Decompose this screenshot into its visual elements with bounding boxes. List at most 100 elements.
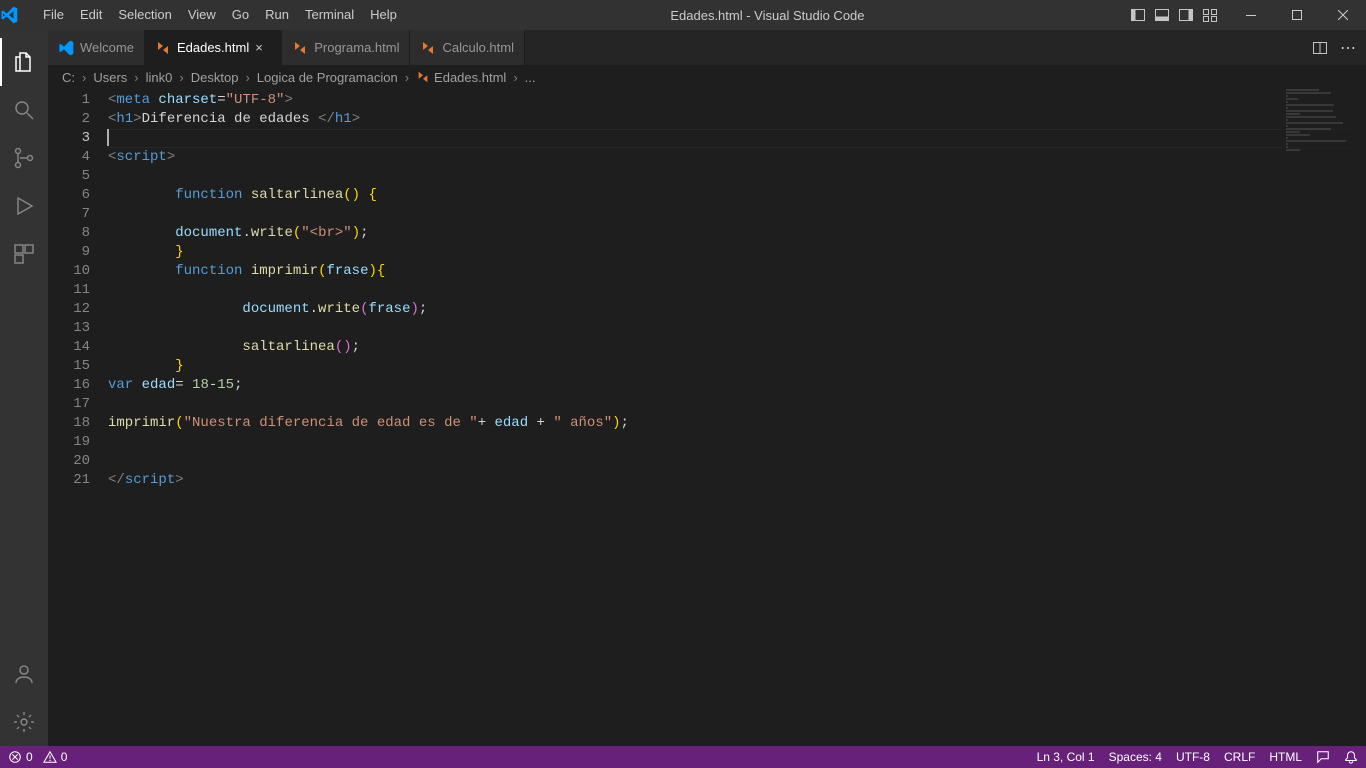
tab-welcome[interactable]: Welcome [48,30,145,65]
vertical-scrollbar[interactable] [1352,89,1366,746]
code-line[interactable] [108,395,1366,414]
toggle-primary-sidebar-icon[interactable] [1130,7,1146,23]
breadcrumb-segment[interactable]: Users [93,70,127,85]
menu-file[interactable]: File [35,0,72,30]
code-line[interactable]: imprimir("Nuestra diferencia de edad es … [108,414,1366,433]
window-title: Edades.html - Visual Studio Code [405,8,1130,23]
title-bar: File Edit Selection View Go Run Terminal… [0,0,1366,30]
breadcrumb-segment[interactable]: Desktop [191,70,239,85]
code-line[interactable]: function saltarlinea() { [108,186,1366,205]
menu-terminal[interactable]: Terminal [297,0,362,30]
breadcrumb-segment[interactable]: Logica de Programacion [257,70,398,85]
menu-selection[interactable]: Selection [110,0,179,30]
line-number: 3 [48,129,108,148]
split-editor-icon[interactable] [1312,40,1328,56]
maximize-button[interactable] [1274,0,1320,30]
code-editor[interactable]: 123456789101112131415161718192021 <meta … [48,89,1366,746]
line-number: 16 [48,376,108,395]
status-notifications-icon[interactable] [1344,750,1358,764]
activity-explorer[interactable] [0,38,48,86]
status-indentation[interactable]: Spaces: 4 [1109,750,1162,764]
chevron-right-icon: › [402,70,412,85]
code-line[interactable]: } [108,357,1366,376]
activity-extensions[interactable] [0,230,48,278]
code-line[interactable] [108,281,1366,300]
status-cursor-position[interactable]: Ln 3, Col 1 [1037,750,1095,764]
menu-go[interactable]: Go [224,0,257,30]
editor-tabs: Welcome Edades.html × Programa.html Calc… [48,30,1366,65]
tab-label: Welcome [80,40,134,55]
line-number: 14 [48,338,108,357]
line-number: 5 [48,167,108,186]
status-feedback-icon[interactable] [1316,750,1330,764]
activity-accounts[interactable] [0,650,48,698]
html-file-icon [420,40,436,56]
tab-programa[interactable]: Programa.html [282,30,410,65]
line-number: 13 [48,319,108,338]
breadcrumb[interactable]: C:› Users› link0› Desktop› Logica de Pro… [48,65,1366,89]
tab-edades[interactable]: Edades.html × [145,30,282,65]
menu-run[interactable]: Run [257,0,297,30]
status-errors[interactable]: 0 [8,750,33,764]
menu-view[interactable]: View [180,0,224,30]
code-line[interactable]: <h1>Diferencia de edades </h1> [108,110,1366,129]
menu-help[interactable]: Help [362,0,405,30]
code-line[interactable] [108,319,1366,338]
code-line[interactable]: document.write(frase); [108,300,1366,319]
line-number: 20 [48,452,108,471]
menu-edit[interactable]: Edit [72,0,110,30]
status-warnings[interactable]: 0 [43,750,68,764]
code-line[interactable]: </script> [108,471,1366,490]
code-line[interactable]: saltarlinea(); [108,338,1366,357]
code-line[interactable] [108,433,1366,452]
minimize-button[interactable] [1228,0,1274,30]
breadcrumb-tail[interactable]: ... [525,70,536,85]
toggle-panel-icon[interactable] [1154,7,1170,23]
tab-label: Programa.html [314,40,399,55]
line-number: 8 [48,224,108,243]
line-number: 7 [48,205,108,224]
status-language[interactable]: HTML [1269,750,1302,764]
customize-layout-icon[interactable] [1202,7,1218,23]
status-eol[interactable]: CRLF [1224,750,1255,764]
code-line[interactable]: <script> [108,148,1366,167]
code-line[interactable]: } [108,243,1366,262]
line-number: 4 [48,148,108,167]
window-controls [1228,0,1366,30]
code-line[interactable]: <meta charset="UTF-8"> [108,91,1366,110]
code-line[interactable]: document.write("<br>"); [108,224,1366,243]
minimap[interactable] [1282,89,1352,746]
code-line[interactable] [108,129,1366,148]
code-line[interactable]: var edad= 18-15; [108,376,1366,395]
breadcrumb-file[interactable]: Edades.html [434,70,506,85]
line-number: 15 [48,357,108,376]
breadcrumb-segment[interactable]: C: [62,70,75,85]
chevron-right-icon: › [176,70,186,85]
line-number: 12 [48,300,108,319]
tab-actions: ⋯ [1312,30,1366,65]
toggle-secondary-sidebar-icon[interactable] [1178,7,1194,23]
status-encoding[interactable]: UTF-8 [1176,750,1210,764]
main-area: Welcome Edades.html × Programa.html Calc… [0,30,1366,746]
breadcrumb-segment[interactable]: link0 [146,70,173,85]
line-number: 2 [48,110,108,129]
activity-bar [0,30,48,746]
code-line[interactable] [108,452,1366,471]
tab-calculo[interactable]: Calculo.html [410,30,525,65]
activity-source-control[interactable] [0,134,48,182]
code-line[interactable] [108,205,1366,224]
html-file-icon [292,40,308,56]
code-content[interactable]: <meta charset="UTF-8"><h1>Diferencia de … [108,89,1366,746]
code-line[interactable]: function imprimir(frase){ [108,262,1366,281]
close-button[interactable] [1320,0,1366,30]
tab-label: Calculo.html [442,40,514,55]
more-actions-icon[interactable]: ⋯ [1340,38,1356,58]
activity-search[interactable] [0,86,48,134]
activity-settings[interactable] [0,698,48,746]
line-number-gutter: 123456789101112131415161718192021 [48,89,108,746]
activity-run-debug[interactable] [0,182,48,230]
status-bar: 0 0 Ln 3, Col 1 Spaces: 4 UTF-8 CRLF HTM… [0,746,1366,768]
close-icon[interactable]: × [255,40,271,55]
code-line[interactable] [108,167,1366,186]
chevron-right-icon: › [79,70,89,85]
